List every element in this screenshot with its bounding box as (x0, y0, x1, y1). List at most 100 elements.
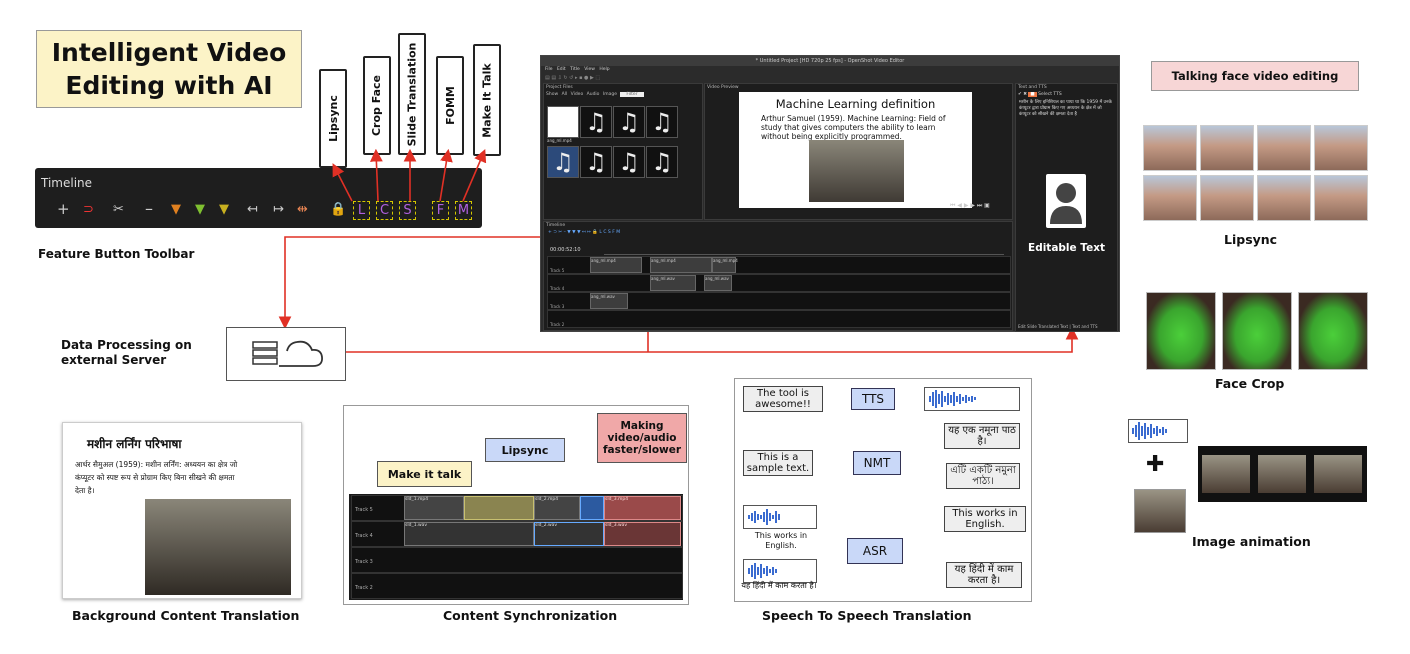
audio-file-icon[interactable]: ♫ (613, 106, 645, 138)
make-it-talk-tag: Make it talk (377, 461, 472, 487)
face-crop-image (1222, 292, 1292, 370)
audio-file-icon[interactable]: ♫ (613, 146, 645, 178)
face-crop-label: Face Crop (1215, 376, 1285, 391)
doc-bullet: आर्थर सैमुअल (1959): मशीन लर्निंग: अध्यय… (75, 460, 238, 495)
plus-icon: ✚ (1146, 452, 1165, 477)
audio-clip[interactable]: ang_ml.wav (590, 293, 628, 309)
timecode: 00:00:52:10 (550, 247, 581, 253)
audio-file-icon[interactable]: ♫ (580, 106, 612, 138)
timeline-toolbar-mini: + ⊃ ✂ – ▼ ▼ ▼ ↤ ↦ 🔒 L C S F M (548, 230, 621, 235)
tab-video[interactable]: Video (571, 92, 584, 97)
editor-menu: File Edit Title View Help (545, 67, 610, 72)
content-sync-card: Make it talk Lipsync Making video/audio … (343, 405, 689, 605)
asr-input-waveform (743, 559, 817, 583)
face-crop-image (1298, 292, 1368, 370)
speaker-video (145, 499, 291, 595)
frame-image (1314, 455, 1362, 493)
audio-clip[interactable]: sld_1.wav (404, 522, 534, 546)
audio-clip[interactable]: sld_2.wav (534, 522, 604, 546)
menu-file[interactable]: File (545, 67, 553, 72)
speaker-video (809, 140, 904, 202)
menu-title[interactable]: Title (570, 67, 580, 72)
timeline-pane: Timeline + ⊃ ✂ – ▼ ▼ ▼ ↤ ↦ 🔒 L C S F M 0… (543, 221, 1013, 331)
file-thumb-slide[interactable] (547, 106, 579, 138)
asr-output-english: This works in English. (944, 506, 1026, 532)
preview-slide: Machine Learning definition Arthur Samue… (739, 92, 972, 208)
menu-help[interactable]: Help (599, 67, 609, 72)
lipsync-face-image (1314, 175, 1368, 221)
audio-clip[interactable]: ang_ml.wav (650, 275, 696, 291)
frame-image (1202, 455, 1250, 493)
video-clip[interactable]: sld_1.mp4 (404, 496, 464, 520)
data-processing-label: Data Processing on external Server (61, 338, 192, 367)
lipsync-face-image (1257, 175, 1311, 221)
speed-tag: Making video/audio faster/slower (597, 413, 687, 463)
tab-show-all[interactable]: Show All (546, 92, 567, 97)
file-name: ang_ml.mp4 (547, 138, 572, 143)
audio-clip[interactable]: sld_3.wav (604, 522, 681, 546)
ruler (604, 238, 1004, 255)
hindi-text-area[interactable]: मशीन के लिए इनिशियल का पाया था कि 1959 म… (1016, 98, 1117, 148)
frame-image (1258, 455, 1306, 493)
track-label: Track 4 (355, 533, 373, 539)
tab-text-tts[interactable]: Text and TTS (1072, 324, 1098, 329)
menu-edit[interactable]: Edit (557, 67, 566, 72)
nmt-input-box: This is a sample text. (743, 450, 813, 476)
slide-title: Machine Learning definition (775, 97, 936, 111)
editable-text-label: Editable Text (1028, 242, 1105, 254)
highlighted-clip[interactable] (464, 496, 534, 520)
project-files-label: Project Files (546, 85, 573, 90)
track-row: Track 3 (351, 547, 683, 573)
track-row: Track 2 (351, 573, 683, 599)
highlighted-clip[interactable] (580, 496, 604, 520)
lipsync-face-image (1200, 175, 1254, 221)
audio-file-icon[interactable]: ♫ (580, 146, 612, 178)
lipsync-label: Lipsync (1224, 232, 1278, 247)
asr-input-caption: This works in English. (754, 531, 808, 550)
playback-controls[interactable]: ⏮ ◀ ▶ ▶ ⏭ ▣ (950, 202, 990, 210)
audio-file-icon[interactable]: ♫ (646, 146, 678, 178)
source-face-image (1134, 489, 1186, 533)
tab-edit-slide[interactable]: Edit Slide Translated Text (1018, 324, 1068, 329)
tab-audio[interactable]: Audio (587, 92, 600, 97)
video-preview-pane: Video Preview Machine Learning definitio… (704, 83, 1013, 220)
menu-view[interactable]: View (584, 67, 595, 72)
slide-bullet: Arthur Samuel (1959). Machine Learning: … (761, 114, 946, 141)
server-box (226, 327, 346, 381)
tts-select[interactable]: ✔ ✖ ■ Select TTS (1016, 91, 1117, 98)
video-clip[interactable]: sld_3.mp4 (604, 496, 681, 520)
nmt-output-bengali: এটি একটি নমুনা পাঠ্য। (946, 463, 1020, 489)
video-clip[interactable]: ang_ml.mp4 (712, 257, 738, 273)
tts-panel-label: Text and TTS (1018, 85, 1047, 90)
background-translation-label: Background Content Translation (72, 608, 300, 623)
track-row: Track 2 (547, 310, 1011, 328)
nmt-box: NMT (853, 451, 901, 475)
filter-input[interactable]: Filter (620, 92, 644, 97)
track-row: Track 4 (547, 274, 1011, 292)
lipsync-face-image (1143, 125, 1197, 171)
track-label: Track 3 (355, 559, 373, 565)
audio-file-icon[interactable]: ♫ (646, 106, 678, 138)
s2s-card: The tool is awesome!! TTS This is a samp… (734, 378, 1032, 602)
editor-tools: ▤ ▤ ⇩ ↻ ↺ ▸ ▪ ● ▶ ⬚ (545, 75, 601, 81)
asr-box: ASR (847, 538, 903, 564)
tts-input-box: The tool is awesome!! (743, 386, 823, 412)
video-clip[interactable]: sld_2.mp4 (534, 496, 580, 520)
video-clip[interactable]: ang_ml.mp4 (650, 257, 712, 273)
audio-waveform (1128, 419, 1188, 443)
tts-box: TTS (851, 388, 895, 410)
sync-timeline: Track 5 Track 4 Track 3 Track 2 sld_1.mp… (349, 494, 683, 600)
avatar-icon (1046, 174, 1086, 228)
audio-file-icon[interactable]: ♫ (547, 146, 579, 178)
track-label: Track 5 (355, 507, 373, 513)
file-tabs: Show All Video Audio Image Filter (544, 91, 702, 98)
tab-image[interactable]: Image (603, 92, 617, 97)
asr-input-waveform (743, 505, 817, 529)
filmstrip (1198, 446, 1367, 502)
editor-title-bar: * Untitled Project [HD 720p 25 fps] - Op… (541, 56, 1119, 66)
audio-clip[interactable]: ang_ml.wav (704, 275, 732, 291)
lipsync-tag: Lipsync (485, 438, 565, 462)
asr-output-hindi: यह हिंदी में काम करता है। (946, 562, 1022, 588)
video-clip[interactable]: ang_ml.mp4 (590, 257, 642, 273)
tts-pane: Text and TTS ✔ ✖ ■ Select TTS मशीन के लि… (1015, 83, 1118, 332)
